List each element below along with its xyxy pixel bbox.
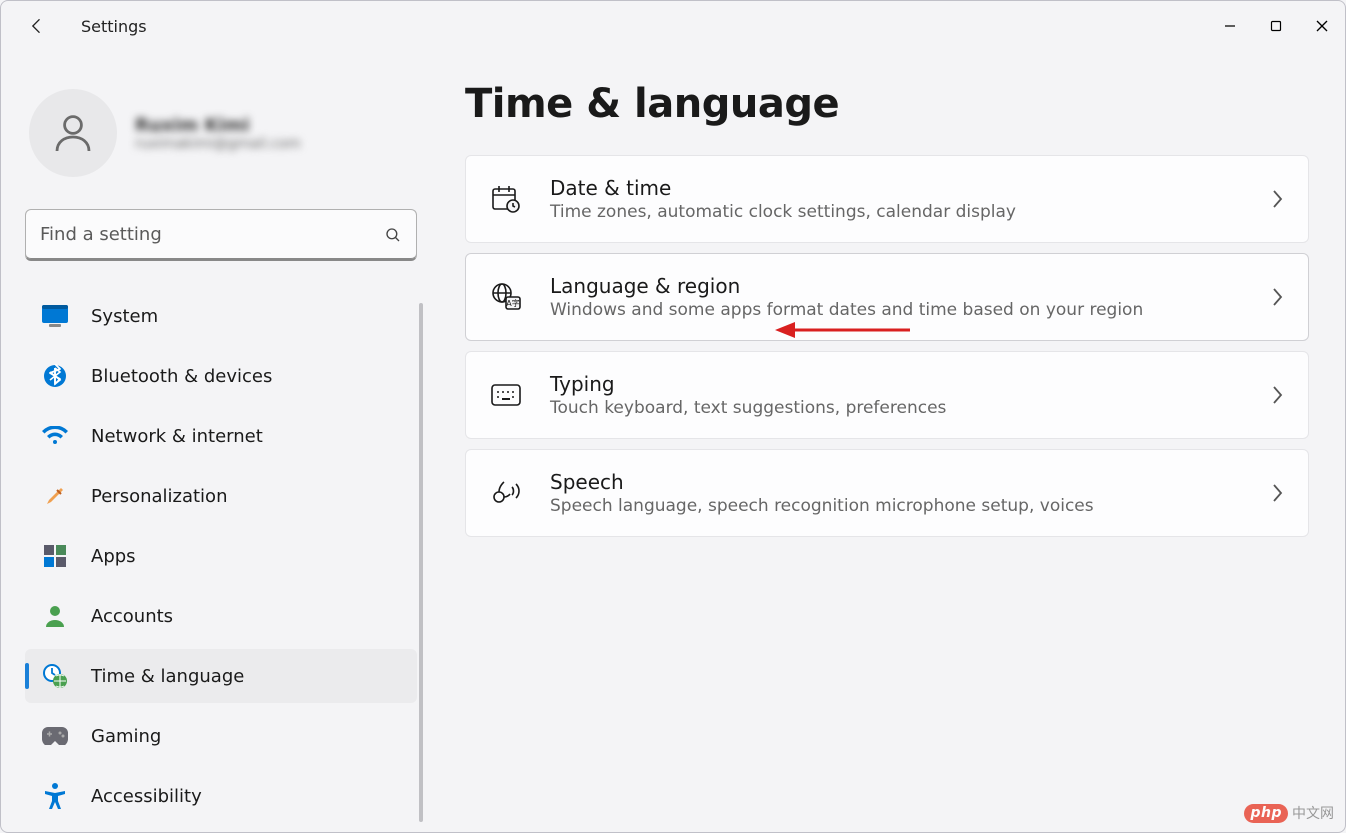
- apps-icon: [41, 542, 69, 570]
- person-icon: [49, 109, 97, 157]
- main-content: Time & language Date & time Time zones, …: [441, 71, 1345, 832]
- accessibility-icon: [41, 782, 69, 810]
- sidebar-item-accessibility[interactable]: Accessibility: [25, 769, 417, 823]
- sidebar-item-label: Personalization: [91, 486, 227, 507]
- sidebar-item-label: Network & internet: [91, 426, 263, 447]
- sidebar-scrollbar[interactable]: [419, 303, 423, 822]
- sidebar-item-label: Time & language: [91, 666, 244, 687]
- sidebar-item-personalization[interactable]: Personalization: [25, 469, 417, 523]
- card-subtitle: Time zones, automatic clock settings, ca…: [550, 202, 1270, 222]
- watermark: php 中文网: [1244, 803, 1334, 823]
- minimize-button[interactable]: [1207, 10, 1253, 42]
- wifi-icon: [41, 422, 69, 450]
- datetime-icon: [490, 183, 522, 215]
- sidebar-item-label: Accounts: [91, 606, 173, 627]
- maximize-icon: [1270, 20, 1282, 32]
- card-typing[interactable]: Typing Touch keyboard, text suggestions,…: [465, 351, 1309, 439]
- bluetooth-icon: [41, 362, 69, 390]
- avatar: [29, 89, 117, 177]
- page-title: Time & language: [465, 81, 1309, 127]
- system-icon: [41, 302, 69, 330]
- close-icon: [1315, 19, 1329, 33]
- sidebar-item-system[interactable]: System: [25, 289, 417, 343]
- chevron-right-icon: [1270, 384, 1284, 406]
- minimize-icon: [1224, 20, 1236, 32]
- window-controls: [1207, 10, 1345, 42]
- search-icon: [384, 226, 402, 244]
- card-title: Speech: [550, 470, 1270, 494]
- sidebar-item-label: System: [91, 306, 158, 327]
- nav: System Bluetooth & devices Network & int…: [25, 289, 417, 832]
- sidebar-item-bluetooth[interactable]: Bluetooth & devices: [25, 349, 417, 403]
- chevron-right-icon: [1270, 286, 1284, 308]
- app-title: Settings: [81, 17, 147, 36]
- maximize-button[interactable]: [1253, 10, 1299, 42]
- sidebar: Ruxim Kimi ruximakimi@gmail.com System: [1, 71, 441, 832]
- card-title: Typing: [550, 372, 1270, 396]
- sidebar-item-gaming[interactable]: Gaming: [25, 709, 417, 763]
- sidebar-item-label: Gaming: [91, 726, 161, 747]
- card-speech[interactable]: Speech Speech language, speech recogniti…: [465, 449, 1309, 537]
- card-title: Language & region: [550, 274, 1270, 298]
- profile-name: Ruxim Kimi: [135, 115, 301, 136]
- clock-globe-icon: [41, 662, 69, 690]
- profile-email: ruximakimi@gmail.com: [135, 136, 301, 152]
- paintbrush-icon: [41, 482, 69, 510]
- language-region-icon: A字: [490, 281, 522, 313]
- chevron-right-icon: [1270, 188, 1284, 210]
- card-title: Date & time: [550, 176, 1270, 200]
- titlebar: Settings: [1, 1, 1345, 51]
- card-subtitle: Touch keyboard, text suggestions, prefer…: [550, 398, 1270, 418]
- sidebar-item-accounts[interactable]: Accounts: [25, 589, 417, 643]
- card-date-time[interactable]: Date & time Time zones, automatic clock …: [465, 155, 1309, 243]
- card-subtitle: Speech language, speech recognition micr…: [550, 496, 1270, 516]
- sidebar-item-label: Accessibility: [91, 786, 202, 807]
- accounts-icon: [41, 602, 69, 630]
- chevron-right-icon: [1270, 482, 1284, 504]
- sidebar-item-network[interactable]: Network & internet: [25, 409, 417, 463]
- sidebar-item-label: Bluetooth & devices: [91, 366, 272, 387]
- svg-text:A字: A字: [506, 298, 519, 308]
- sidebar-item-label: Apps: [91, 546, 136, 567]
- speech-icon: [490, 477, 522, 509]
- keyboard-icon: [490, 379, 522, 411]
- close-button[interactable]: [1299, 10, 1345, 42]
- card-subtitle: Windows and some apps format dates and t…: [550, 300, 1270, 320]
- watermark-badge: php: [1244, 804, 1288, 823]
- back-arrow-icon: [27, 16, 47, 36]
- search-box[interactable]: [25, 209, 417, 261]
- sidebar-item-apps[interactable]: Apps: [25, 529, 417, 583]
- profile-section[interactable]: Ruxim Kimi ruximakimi@gmail.com: [25, 81, 417, 197]
- gamepad-icon: [41, 722, 69, 750]
- sidebar-item-time-language[interactable]: Time & language: [25, 649, 417, 703]
- watermark-text: 中文网: [1292, 803, 1334, 823]
- search-input[interactable]: [40, 224, 384, 245]
- back-button[interactable]: [19, 8, 55, 44]
- card-language-region[interactable]: A字 Language & region Windows and some ap…: [465, 253, 1309, 341]
